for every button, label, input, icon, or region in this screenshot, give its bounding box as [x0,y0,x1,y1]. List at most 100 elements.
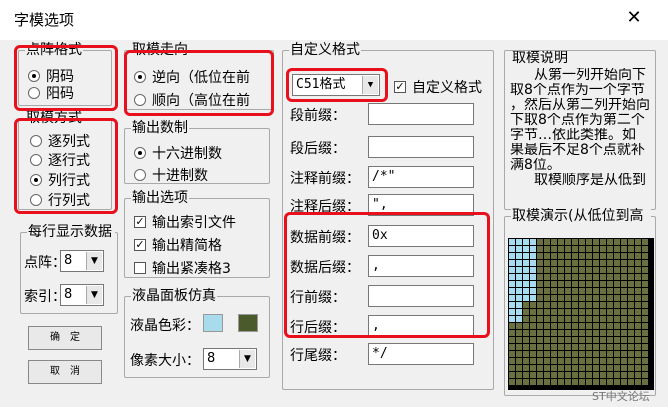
demo-pixel [530,316,536,322]
demo-pixel [621,372,627,378]
custom-field-input[interactable]: ", [368,194,474,216]
demo-pixel [509,379,515,385]
demo-pixel [530,239,536,245]
demo-pixel [551,365,557,371]
demo-pixel [621,316,627,322]
dot-count-select[interactable]: 8 ▼ [60,250,104,272]
demo-pixel [572,302,578,308]
demo-pixel-grid [508,238,654,390]
demo-pixel [586,253,592,259]
demo-pixel [600,302,606,308]
lcd-dark-swatch[interactable] [238,314,258,332]
demo-pixel [544,358,550,364]
demo-pixel [579,267,585,273]
chevron-down-icon: ▼ [362,76,378,94]
demo-pixel [544,295,550,301]
demo-pixel [509,288,515,294]
radio-hex[interactable]: 十六进制数 [134,143,222,163]
confirm-button[interactable]: 确 定 [28,326,102,350]
demo-pixel [600,372,606,378]
demo-pixel [565,372,571,378]
custom-field-input[interactable]: , [368,255,474,277]
direction-title: 取模走向 [131,42,189,58]
custom-field-input[interactable] [368,285,474,307]
custom-field-input[interactable]: , [368,315,474,337]
demo-pixel [586,281,592,287]
demo-pixel [614,253,620,259]
custom-field-input[interactable]: */ [368,343,474,365]
demo-pixel [600,288,606,294]
radio-decimal[interactable]: 十进制数 [134,165,208,185]
demo-pixel [516,239,522,245]
demo-pixel [530,372,536,378]
radio-reverse[interactable]: 逆向（低位在前 [134,67,250,87]
chevron-down-icon: ▼ [86,252,102,270]
demo-pixel [530,309,536,315]
custom-field-input[interactable] [368,103,474,125]
check-icon: ✓ [134,215,146,228]
checkbox-compact[interactable]: ✓ 输出精简格 [134,235,222,255]
demo-pixel [523,260,529,266]
demo-pixel [614,344,620,350]
demo-pixel [621,267,627,273]
radio-column[interactable]: 逐列式 [30,131,90,151]
demo-pixel [551,295,557,301]
custom-field-input[interactable]: /*" [368,166,474,188]
radio-column-row[interactable]: 列行式 [30,170,90,190]
demo-pixel [614,281,620,287]
radio-row-column[interactable]: 行列式 [30,190,90,210]
output-base-title: 输出数制 [131,120,189,136]
demo-pixel [635,288,641,294]
demo-pixel [523,267,529,273]
demo-pixel [558,260,564,266]
demo-pixel [523,288,529,294]
demo-pixel [558,330,564,336]
demo-pixel [607,316,613,322]
format-select[interactable]: C51格式 ▼ [292,74,380,96]
radio-positive[interactable]: 阳码 [28,83,74,103]
demo-pixel [551,372,557,378]
custom-field-input[interactable] [368,136,474,158]
custom-field-label: 行前缀： [290,290,346,306]
demo-pixel [530,344,536,350]
demo-pixel [523,302,529,308]
demo-pixel [537,302,543,308]
demo-pixel [593,253,599,259]
checkbox-tight[interactable]: 输出紧凑格3 [134,258,231,278]
demo-pixel [509,351,515,357]
demo-pixel [621,239,627,245]
demo-pixel [523,239,529,245]
demo-pixel [537,372,543,378]
index-count-select[interactable]: 8 ▼ [60,284,104,306]
demo-pixel [530,323,536,329]
radio-dot [134,94,146,106]
per-line-title: 每行显示数据 [27,224,115,240]
demo-pixel [558,344,564,350]
demo-pixel [614,267,620,273]
demo-pixel [558,365,564,371]
custom-field-label: 行尾缀： [290,348,346,364]
demo-pixel [607,323,613,329]
close-icon[interactable]: ✕ [624,8,644,28]
demo-pixel [509,316,515,322]
radio-forward[interactable]: 顺向（高位在前 [134,90,250,110]
demo-pixel [551,309,557,315]
demo-pixel [551,302,557,308]
checkbox-custom-format[interactable]: ✓ 自定义格式 [394,77,488,97]
demo-pixel [593,274,599,280]
demo-pixel [551,337,557,343]
demo-pixel [537,309,543,315]
pixel-size-select[interactable]: 8 ▼ [203,348,257,370]
lcd-light-swatch[interactable] [203,314,223,332]
demo-pixel [628,365,634,371]
demo-pixel [607,309,613,315]
demo-pixel [614,239,620,245]
cancel-button[interactable]: 取 消 [28,360,102,384]
demo-pixel [516,281,522,287]
demo-pixel [530,358,536,364]
custom-field-input[interactable]: 0x [368,225,474,247]
radio-row[interactable]: 逐行式 [30,150,90,170]
demo-pixel [600,267,606,273]
checkbox-index-file[interactable]: ✓ 输出索引文件 [134,212,236,232]
demo-pixel [572,253,578,259]
